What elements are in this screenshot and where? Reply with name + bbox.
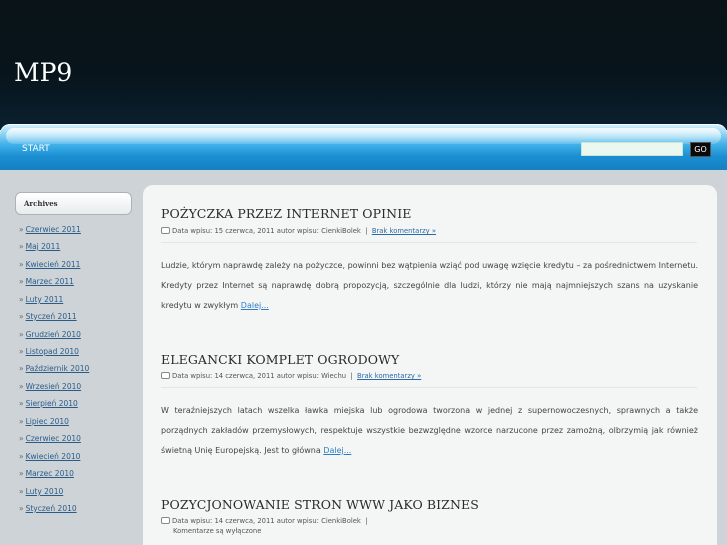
comment-icon: [161, 227, 170, 234]
chevron-right-icon: »: [19, 452, 24, 461]
archive-item: » Czerwiec 2011: [19, 225, 81, 234]
archive-link[interactable]: Listopad 2010: [26, 347, 79, 356]
chevron-right-icon: »: [19, 260, 24, 269]
archive-item: » Styczeń 2011: [19, 312, 77, 321]
chevron-right-icon: »: [19, 382, 24, 391]
archive-item: » Czerwiec 2010: [19, 434, 81, 443]
chevron-right-icon: »: [19, 312, 24, 321]
chevron-right-icon: »: [19, 277, 24, 286]
read-more-link[interactable]: Dalej...: [323, 446, 351, 455]
search-go-button[interactable]: GO: [690, 142, 711, 157]
archive-item: » Styczeń 2010: [19, 504, 77, 513]
chevron-right-icon: »: [19, 347, 24, 356]
archive-link[interactable]: Luty 2010: [26, 487, 64, 496]
archive-item: » Kwiecień 2011: [19, 260, 80, 269]
post-meta: Data wpisu: 14 czerwca, 2011 autor wpisu…: [161, 517, 368, 525]
post-body: W teraźniejszych latach wszelka ławka mi…: [161, 406, 698, 455]
archive-item: » Listopad 2010: [19, 347, 79, 356]
post-meta: Data wpisu: 15 czerwca, 2011 autor wpisu…: [161, 227, 436, 235]
site-header: [0, 0, 727, 130]
archive-link[interactable]: Wrzesień 2010: [26, 382, 82, 391]
archive-item: » Maj 2011: [19, 242, 60, 251]
archive-link[interactable]: Kwiecień 2011: [26, 260, 81, 269]
archive-item: » Grudzień 2010: [19, 330, 81, 339]
chevron-right-icon: »: [19, 242, 24, 251]
post-excerpt: Ludzie, którym naprawdę zależy na pożycz…: [161, 256, 698, 316]
archive-item: » Październik 2010: [19, 364, 89, 373]
post-title[interactable]: POZYCJONOWANIE STRON WWW JAKO BIZNES: [161, 497, 479, 512]
archive-link[interactable]: Czerwiec 2010: [26, 434, 81, 443]
post-meta-text: Data wpisu: 15 czerwca, 2011 autor wpisu…: [172, 227, 361, 235]
comments-status: Komentarze są wyłączone: [173, 527, 262, 535]
post-meta-text: Data wpisu: 14 czerwca, 2011 autor wpisu…: [172, 372, 347, 380]
post-title[interactable]: ELEGANCKI KOMPLET OGRODOWY: [161, 352, 399, 367]
post-title[interactable]: POŻYCZKA PRZEZ INTERNET OPINIE: [161, 206, 411, 221]
archive-item: » Wrzesień 2010: [19, 382, 81, 391]
archive-link[interactable]: Maj 2011: [26, 242, 61, 251]
comments-link[interactable]: Brak komentarzy »: [372, 227, 436, 235]
chevron-right-icon: »: [19, 487, 24, 496]
archive-link[interactable]: Styczeń 2011: [26, 312, 77, 321]
site-title[interactable]: MP9: [14, 58, 72, 87]
divider: [161, 387, 697, 388]
archive-link[interactable]: Grudzień 2010: [26, 330, 81, 339]
read-more-link[interactable]: Dalej...: [241, 301, 269, 310]
divider: [161, 242, 697, 243]
archives-title: Archives: [24, 199, 58, 208]
search-input[interactable]: [581, 142, 683, 156]
post-meta-text: Data wpisu: 14 czerwca, 2011 autor wpisu…: [172, 517, 361, 525]
archive-link[interactable]: Czerwiec 2011: [26, 225, 81, 234]
chevron-right-icon: »: [19, 225, 24, 234]
archive-item: » Lipiec 2010: [19, 417, 69, 426]
archive-item: » Luty 2010: [19, 487, 63, 496]
archive-link[interactable]: Styczeń 2010: [26, 504, 77, 513]
chevron-right-icon: »: [19, 504, 24, 513]
archive-link[interactable]: Sierpień 2010: [26, 399, 78, 408]
post-excerpt: W teraźniejszych latach wszelka ławka mi…: [161, 401, 698, 461]
chevron-right-icon: »: [19, 434, 24, 443]
archive-item: » Kwiecień 2010: [19, 452, 80, 461]
chevron-right-icon: »: [19, 417, 24, 426]
archive-link[interactable]: Marzec 2010: [26, 469, 74, 478]
archive-link[interactable]: Marzec 2011: [26, 277, 74, 286]
archive-item: » Luty 2011: [19, 295, 63, 304]
archive-link[interactable]: Lipiec 2010: [26, 417, 69, 426]
chevron-right-icon: »: [19, 364, 24, 373]
comment-icon: [161, 372, 170, 379]
archive-item: » Sierpień 2010: [19, 399, 78, 408]
archive-item: » Marzec 2011: [19, 277, 74, 286]
comment-icon: [161, 517, 170, 524]
chevron-right-icon: »: [19, 469, 24, 478]
chevron-right-icon: »: [19, 330, 24, 339]
archive-link[interactable]: Kwiecień 2010: [26, 452, 81, 461]
nav-item-start[interactable]: START: [22, 144, 50, 154]
archive-item: » Marzec 2010: [19, 469, 74, 478]
comments-link[interactable]: Brak komentarzy »: [357, 372, 421, 380]
post-meta: Data wpisu: 14 czerwca, 2011 autor wpisu…: [161, 372, 421, 380]
archive-link[interactable]: Luty 2011: [26, 295, 64, 304]
archive-link[interactable]: Październik 2010: [26, 364, 90, 373]
chevron-right-icon: »: [19, 295, 24, 304]
chevron-right-icon: »: [19, 399, 24, 408]
